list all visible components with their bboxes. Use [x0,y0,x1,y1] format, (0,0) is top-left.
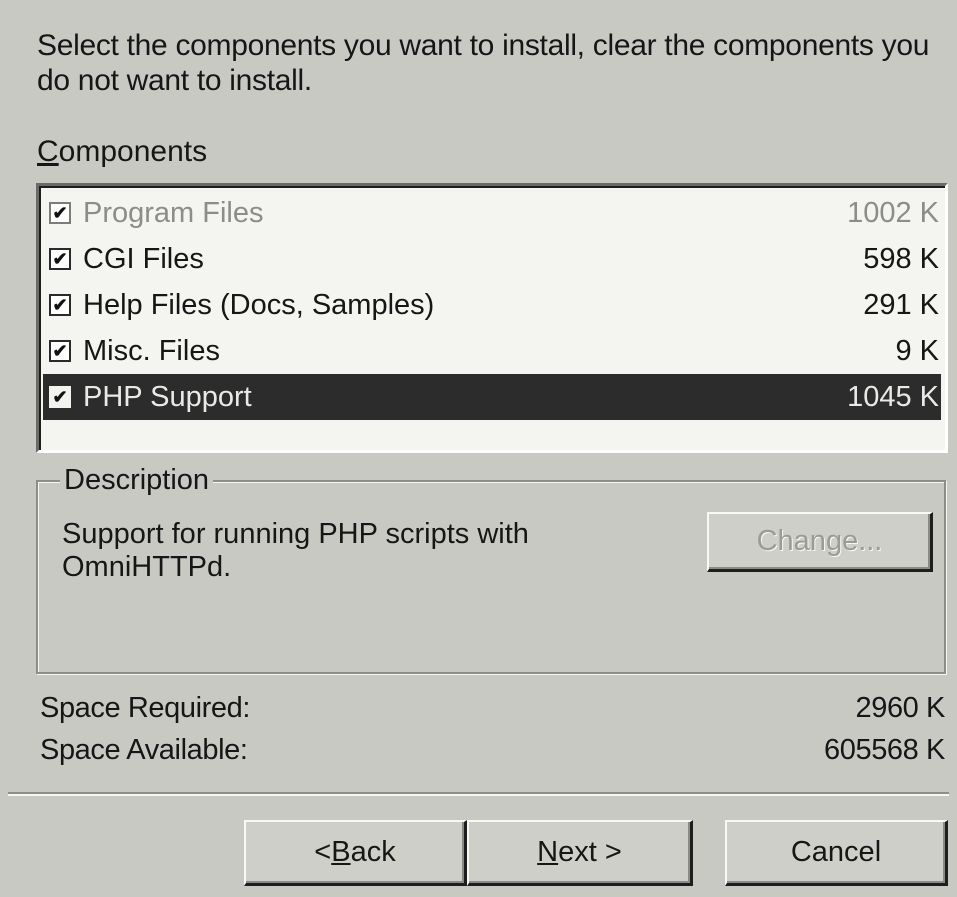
space-available-row: Space Available: 605568 K [40,732,945,768]
item-size: 9 K [895,334,939,367]
space-required-label: Space Required: [40,692,251,724]
list-item-misc-files[interactable]: ✔ Misc. Files 9 K [43,328,941,374]
back-rest: ack [350,836,396,868]
checkbox-misc-files[interactable]: ✔ [49,340,71,362]
item-size: 1045 K [847,380,939,413]
space-required-row: Space Required: 2960 K [40,690,945,726]
item-label: Misc. Files [83,334,220,367]
next-rest: ext > [558,836,622,868]
back-mnemonic: B [331,836,351,868]
next-mnemonic: N [537,836,559,868]
item-size: 1002 K [847,196,939,229]
list-item-php-support[interactable]: ✔ PHP Support 1045 K [43,374,941,420]
select-components-dialog: Select the components you want to instal… [0,0,957,897]
description-line-2: OmniHTTPd. [62,551,232,583]
checkbox-help-files[interactable]: ✔ [49,294,71,316]
back-prefix: < [314,836,332,868]
item-label: Program Files [83,196,264,229]
checkbox-program-files[interactable]: ✔ [49,202,71,224]
divider [8,792,949,796]
item-label: Help Files (Docs, Samples) [83,288,435,321]
components-list[interactable]: ✔ Program Files 1002 K ✔ CGI Files 598 K… [36,183,948,453]
description-text: Support for running PHP scripts with Omn… [62,518,622,584]
instruction-text: Select the components you want to instal… [37,29,930,97]
item-size: 598 K [863,242,939,275]
components-label-rest: omponents [58,135,208,168]
list-item-help-files[interactable]: ✔ Help Files (Docs, Samples) 291 K [43,282,941,328]
list-item-program-files[interactable]: ✔ Program Files 1002 K [43,190,941,236]
checkbox-php-support[interactable]: ✔ [49,386,71,408]
description-line-1: Support for running PHP scripts with [62,518,529,550]
back-button[interactable]: < Back [244,820,467,886]
components-label-mnemonic: C [37,135,59,168]
list-item-cgi-files[interactable]: ✔ CGI Files 598 K [43,236,941,282]
item-size: 291 K [863,288,939,321]
change-button[interactable]: Change... [707,512,933,572]
checkbox-cgi-files[interactable]: ✔ [49,248,71,270]
space-required-value: 2960 K [855,692,945,724]
components-label: Components [37,135,207,169]
item-label: PHP Support [83,380,252,413]
item-label: CGI Files [83,242,204,275]
space-available-label: Space Available: [40,734,248,766]
next-button[interactable]: Next > [467,820,693,886]
description-title: Description [60,463,214,497]
space-available-value: 605568 K [824,734,945,766]
cancel-button[interactable]: Cancel [725,820,948,886]
